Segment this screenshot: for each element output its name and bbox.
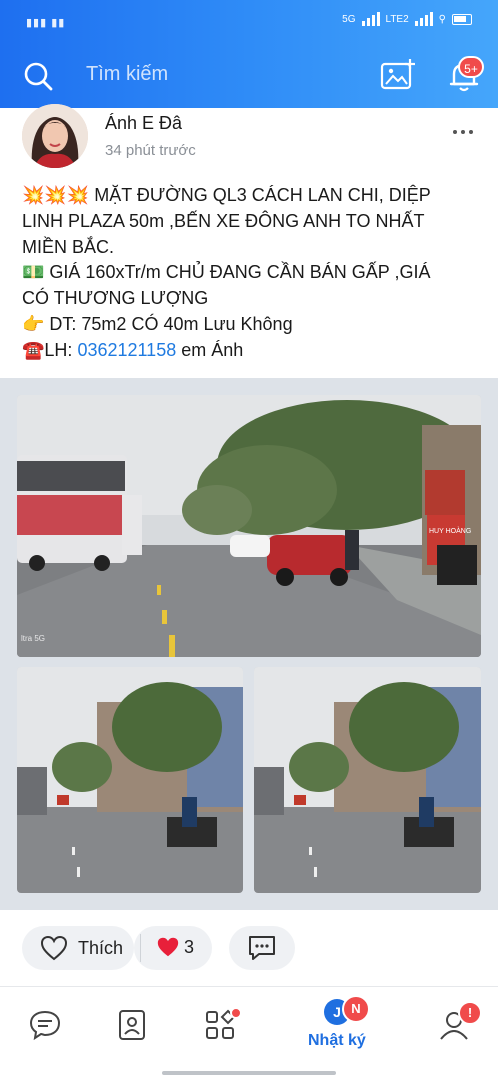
post-photos: HUY HOÀNG ltra 5G [0,378,498,910]
nav-profile[interactable]: ! [414,987,494,1069]
battery-icon [452,13,472,25]
notification-badge: 5+ [458,56,484,78]
post-photo-street-2[interactable] [254,667,481,893]
profile-badge: ! [458,1001,482,1025]
heart-outline-icon [40,935,68,961]
search-icon[interactable] [22,60,54,92]
reaction-divider [140,934,141,962]
post-line: 👉 DT: 75m2 CÓ 40m Lưu Không [22,313,293,334]
search-input[interactable]: Tìm kiếm [86,63,168,86]
status-bar: ▮▮▮ ▮▮ 5G LTE2 ⚲ [0,0,498,46]
discover-dot [230,1007,242,1019]
signal-icon-2 [414,12,433,26]
app-header: Tìm kiếm [0,46,498,108]
nav-diary[interactable]: J N Nhật ký [298,987,378,1069]
network-label-2: LTE2 [385,13,409,25]
post-photo-icon[interactable] [380,58,416,92]
nav-messages[interactable] [4,987,84,1069]
diary-avatar-letter: J [333,1004,341,1020]
signal-icon [361,12,380,26]
post-photo-street-bus[interactable]: HUY HOÀNG ltra 5G [17,395,481,657]
photo-watermark: ltra 5G [21,634,46,643]
shop-sign-text: HUY HOÀNG [429,526,471,535]
status-right: 5G LTE2 ⚲ [342,12,472,26]
home-indicator[interactable] [162,1071,336,1075]
phone-link[interactable]: 0362121158 [77,340,176,360]
post-line: CÓ THƯƠNG LƯỢNG [22,288,209,309]
sim-icon: ⚲ [438,13,446,25]
nav-discover[interactable] [180,987,260,1069]
contact-prefix: ☎️LH: [22,339,78,360]
like-label: Thích [78,937,124,958]
comment-button[interactable] [229,926,295,970]
post-photo-street-1[interactable] [17,667,243,893]
reaction-count: 3 [184,937,195,957]
like-button[interactable]: Thích [22,926,134,970]
more-options-icon[interactable] [448,122,478,142]
chat-icon [29,1010,61,1041]
post-line: 💵 GIÁ 160xTr/m CHỦ ĐANG CẦN BÁN GẤP ,GIÁ [22,262,431,283]
nav-diary-label: Nhật ký [308,1032,366,1049]
contact-suffix: em Ánh [176,339,244,360]
post-content: 💥💥💥 MẶT ĐƯỜNG QL3 CÁCH LAN CHI, DIỆP LIN… [22,183,482,364]
author-name[interactable]: Ánh E Đâ [105,113,182,134]
heart-icon [157,937,179,957]
diary-badge: N [342,995,370,1023]
bottom-navigation: J N Nhật ký ! [0,986,498,1068]
network-label: 5G [342,13,356,25]
post-line: LINH PLAZA 50m ,BẾN XE ĐÔNG ANH TO NHẤT [22,210,425,231]
post-line: 💥💥💥 MẶT ĐƯỜNG QL3 CÁCH LAN CHI, DIỆP [22,185,431,205]
status-notification-icons: ▮▮▮ ▮▮ [26,17,66,29]
post-contact-line: ☎️LH: 0362121158 em Ánh [22,338,482,364]
comment-icon [249,936,275,960]
nav-contacts[interactable] [92,987,172,1069]
post-line: MIỀN BẮC. [22,236,115,257]
post-time: 34 phút trước [105,142,196,159]
author-avatar[interactable] [22,104,88,168]
contact-icon [119,1010,145,1040]
